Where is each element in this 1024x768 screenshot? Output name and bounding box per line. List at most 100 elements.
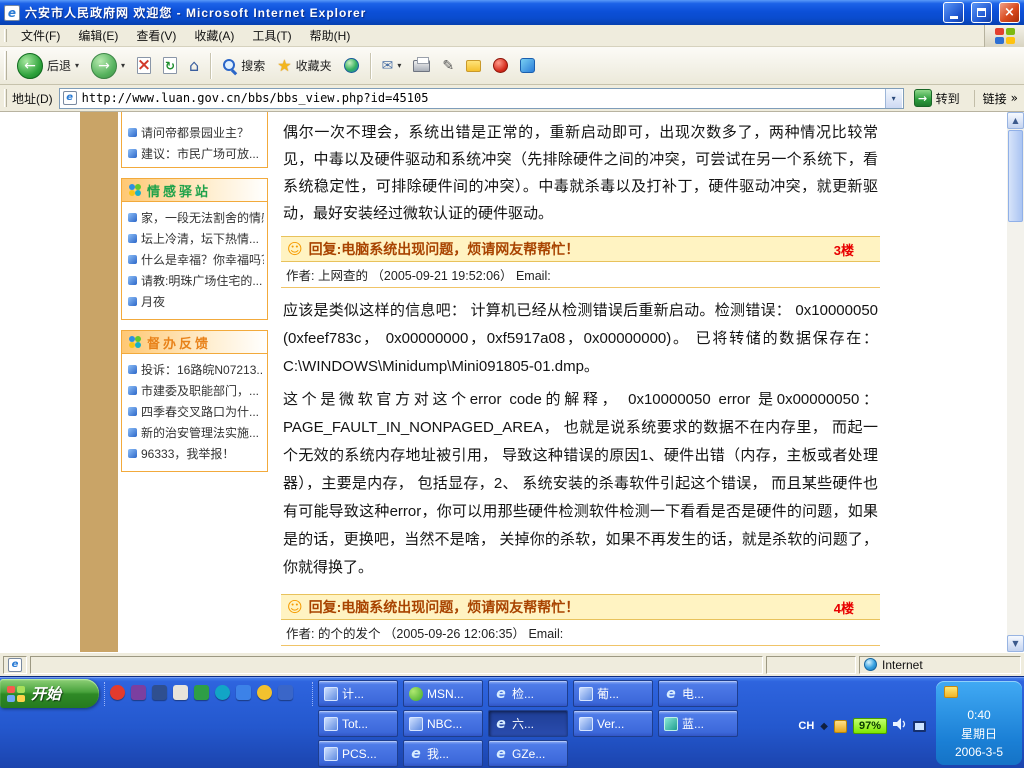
taskbar-button[interactable]: e我...	[403, 740, 483, 767]
sidebar-link[interactable]: 请教:明珠广场住宅的...	[128, 270, 264, 291]
taskbar-button[interactable]: Ver...	[573, 710, 653, 737]
back-button[interactable]: ← 后退 ▾	[12, 51, 84, 81]
quick-launch-icon[interactable]	[110, 685, 125, 700]
msn-icon	[409, 687, 423, 701]
maximize-button[interactable]	[971, 2, 992, 23]
quick-launch-icon[interactable]	[194, 685, 209, 700]
sidebar-link[interactable]: 请问帝都景园业主？	[128, 122, 264, 143]
author-line: 作者: 的个的发个 （2005-09-26 12:06:35） Email:	[281, 620, 880, 646]
language-indicator[interactable]: CH	[798, 720, 814, 732]
forward-button[interactable]: → ▾	[86, 51, 130, 81]
search-button[interactable]: 搜索	[217, 55, 270, 76]
status-zone-pane: Internet	[859, 656, 1021, 674]
sidebar-link[interactable]: 坛上冷清，坛下热情...	[128, 228, 264, 249]
qq-button[interactable]	[488, 56, 513, 75]
taskbar-button[interactable]: PCS...	[318, 740, 398, 767]
bullet-icon	[128, 213, 137, 222]
minimize-button[interactable]	[943, 2, 964, 23]
taskbar-button[interactable]: 计...	[318, 680, 398, 707]
home-button[interactable]: ⌂	[184, 56, 204, 76]
taskbar-separator	[104, 682, 106, 706]
discuss-note-icon	[466, 60, 481, 72]
post-paragraph: 这个是微软官方对这个error code的解释， 0x10000050 erro…	[283, 386, 878, 582]
menu-help[interactable]: 帮助(H)	[301, 24, 360, 47]
sidebar-link[interactable]: 月夜	[128, 291, 264, 312]
ie-icon: e	[494, 747, 508, 761]
address-input[interactable]: e http://www.luan.gov.cn/bbs/bbs_view.ph…	[59, 88, 904, 109]
sidebar-link[interactable]: 96333，我举报！	[128, 443, 264, 464]
sidebar-link[interactable]: 什么是幸福？你幸福吗？	[128, 249, 264, 270]
menu-edit[interactable]: 编辑(E)	[69, 24, 127, 47]
taskbar-button[interactable]: 葡...	[573, 680, 653, 707]
history-button[interactable]	[339, 56, 364, 75]
windows-flag-icon	[994, 27, 1016, 45]
quick-launch-icon[interactable]	[215, 685, 230, 700]
menu-bar: 文件(F) 编辑(E) 查看(V) 收藏(A) 工具(T) 帮助(H)	[0, 25, 1024, 47]
bullet-icon	[128, 428, 137, 437]
ie-icon: e	[409, 747, 423, 761]
sidebar-link[interactable]: 投诉：16路皖N07213...	[128, 359, 264, 380]
close-button[interactable]: ×	[999, 2, 1020, 23]
taskbar-button[interactable]: 蓝...	[658, 710, 738, 737]
quick-launch-icon[interactable]	[173, 685, 188, 700]
quick-launch-icon[interactable]	[131, 685, 146, 700]
scroll-down-button[interactable]: ▼	[1007, 635, 1024, 652]
scroll-up-button[interactable]: ▲	[1007, 112, 1024, 129]
bullet-icon	[128, 386, 137, 395]
menu-tools[interactable]: 工具(T)	[243, 24, 300, 47]
sidebar-link[interactable]: 新的治安管理法实施...	[128, 422, 264, 443]
address-dropdown-icon[interactable]: ▾	[885, 89, 902, 108]
messenger-button[interactable]	[515, 56, 540, 75]
battery-indicator[interactable]: 97%	[853, 718, 887, 734]
menu-view[interactable]: 查看(V)	[127, 24, 185, 47]
menu-favorites[interactable]: 收藏(A)	[185, 24, 243, 47]
sidebar-link[interactable]: 家，一段无法割舍的情感	[128, 207, 264, 228]
taskbar-button[interactable]: MSN...	[403, 680, 483, 707]
zone-label: Internet	[882, 658, 923, 672]
start-button[interactable]: 开始	[0, 679, 99, 708]
tray-shield-icon[interactable]	[834, 720, 847, 733]
qq-icon	[493, 58, 508, 73]
volume-icon[interactable]	[893, 717, 907, 735]
quick-launch-icon[interactable]	[278, 685, 293, 700]
quick-launch-icon[interactable]	[152, 685, 167, 700]
menu-file[interactable]: 文件(F)	[12, 24, 69, 47]
links-bar[interactable]: 链接 »	[974, 90, 1018, 107]
stop-button[interactable]: ×	[132, 55, 156, 76]
go-button[interactable]: → 转到	[910, 88, 964, 108]
system-tray: CH ◆ 97%	[798, 717, 926, 735]
taskbar-button[interactable]: NBC...	[403, 710, 483, 737]
mail-dropdown-icon[interactable]: ▾	[397, 61, 401, 70]
taskbar-button[interactable]: e电...	[658, 680, 738, 707]
tray-diamond-icon[interactable]: ◆	[820, 721, 828, 732]
quick-launch-icon[interactable]	[236, 685, 251, 700]
favorites-button[interactable]: ★ 收藏夹	[272, 55, 336, 76]
ie-icon: e	[664, 687, 678, 701]
go-arrow-icon: →	[914, 89, 932, 107]
app-icon	[579, 717, 593, 731]
mail-button[interactable]: ✉ ▾	[377, 57, 407, 75]
toolbar-grip	[4, 89, 7, 107]
teal-app-icon	[664, 717, 678, 731]
taskbar-button-active[interactable]: e六...	[488, 710, 568, 737]
forward-dropdown-icon[interactable]: ▾	[121, 61, 125, 70]
sidebar-link[interactable]: 市建委及职能部门，...	[128, 380, 264, 401]
sidebar-link[interactable]: 建议：市民广场可放...	[128, 143, 264, 164]
discuss-button[interactable]	[461, 58, 486, 74]
network-icon[interactable]	[913, 721, 926, 732]
taskbar-button[interactable]: e检...	[488, 680, 568, 707]
power-tray-icon[interactable]	[944, 686, 958, 698]
refresh-button[interactable]: ↻	[158, 55, 182, 76]
taskbar-button[interactable]: eGZe...	[488, 740, 568, 767]
quick-launch-icon[interactable]	[257, 685, 272, 700]
sidebar-link[interactable]: 四季春交叉路口为什...	[128, 401, 264, 422]
back-dropdown-icon[interactable]: ▾	[75, 61, 79, 70]
print-button[interactable]	[408, 58, 435, 74]
vertical-scrollbar[interactable]: ▲ ▼	[1007, 112, 1024, 652]
taskbar-button[interactable]: Tot...	[318, 710, 398, 737]
edit-button[interactable]: ✎	[437, 57, 459, 75]
forum-thread: 偶尔一次不理会，系统出错是正常的，重新启动即可，出现次数多了，两种情况比较常见，…	[281, 112, 880, 652]
sidebar-box-top: 请问帝都景园业主？ 建议：市民广场可放...	[121, 112, 268, 168]
status-message-pane	[30, 656, 763, 674]
scrollbar-thumb[interactable]	[1008, 130, 1023, 222]
